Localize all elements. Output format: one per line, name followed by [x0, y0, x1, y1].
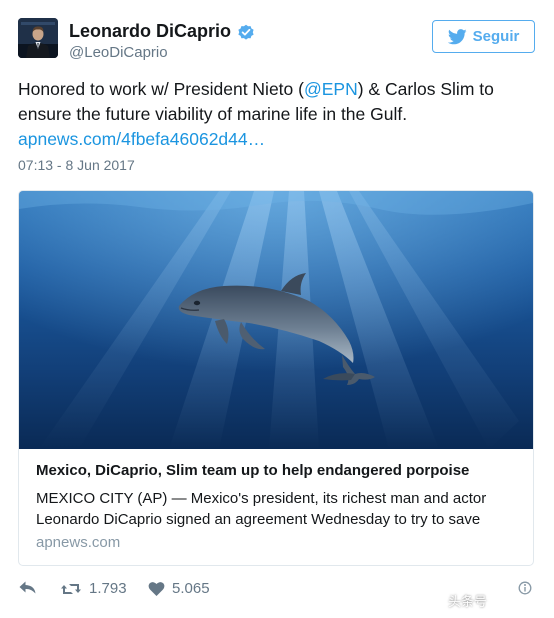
reply-icon: [19, 581, 36, 594]
tweet-text-part: Honored to work w/ President Nieto (: [18, 79, 304, 99]
porpoise-underwater-photo-icon: [19, 191, 533, 449]
verified-badge-icon: [238, 24, 254, 40]
watermark: 头条号: [448, 591, 487, 610]
more-icon: [518, 581, 532, 595]
tweet-embed: Leonardo DiCaprio @LeoDiCaprio Seguir Ho…: [0, 0, 554, 618]
retweet-count: 1.793: [89, 580, 127, 597]
more-button[interactable]: [518, 581, 532, 595]
profile-photo-icon: [18, 18, 58, 58]
article-link[interactable]: apnews.com/4fbefa46062d44…: [18, 129, 265, 149]
name-row: Leonardo DiCaprio: [69, 21, 255, 42]
display-name[interactable]: Leonardo DiCaprio: [69, 21, 231, 42]
tweet-text: Honored to work w/ President Nieto (@EPN…: [18, 77, 538, 152]
link-card[interactable]: Mexico, DiCaprio, Slim team up to help e…: [18, 190, 534, 566]
card-domain: apnews.com: [36, 534, 121, 551]
retweet-button[interactable]: 1.793: [60, 580, 127, 597]
twitter-bird-icon: [447, 28, 467, 44]
follow-label: Seguir: [472, 28, 520, 45]
card-title: Mexico, DiCaprio, Slim team up to help e…: [36, 462, 470, 479]
user-handle[interactable]: @LeoDiCaprio: [69, 44, 168, 61]
card-description: MEXICO CITY (AP) — Mexico's president, i…: [36, 490, 487, 528]
card-image[interactable]: [19, 191, 533, 449]
like-count: 5.065: [172, 580, 210, 597]
reply-button[interactable]: [18, 580, 37, 596]
mention-link[interactable]: @EPN: [304, 79, 358, 99]
like-button[interactable]: 5.065: [148, 580, 210, 597]
avatar[interactable]: [18, 18, 58, 58]
watermark-text: 头条号: [448, 594, 488, 609]
follow-button[interactable]: Seguir: [432, 20, 535, 53]
heart-icon: [148, 581, 165, 596]
timestamp[interactable]: 07:13 - 8 Jun 2017: [18, 157, 135, 173]
retweet-icon: [61, 583, 81, 594]
